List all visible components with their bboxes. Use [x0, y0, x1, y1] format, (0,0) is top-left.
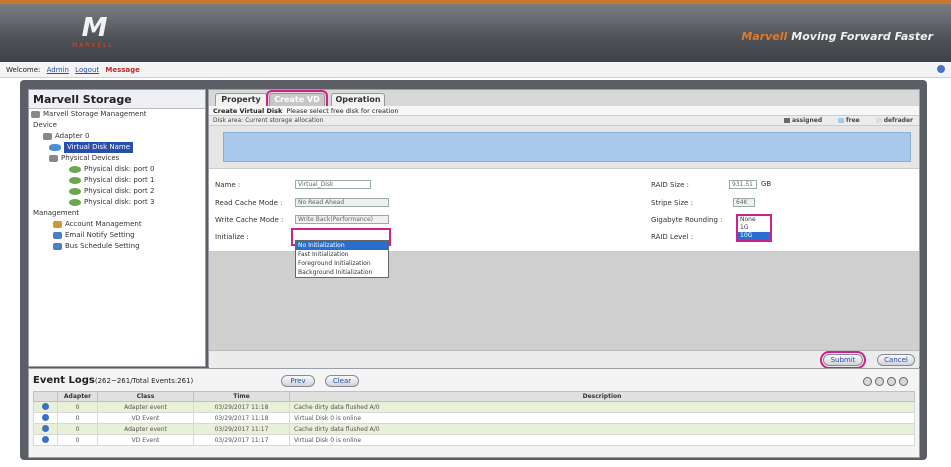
tree-physical-devices[interactable]: Physical Devices [29, 153, 205, 164]
disk-info-bar: Disk area: Current storage allocation as… [209, 116, 919, 126]
table-row[interactable]: 0 VD Event 03/29/2017 11:17 Virtual Disk 0… [33, 434, 915, 446]
tree-root[interactable]: Marvell Storage Management [29, 109, 205, 120]
table-row[interactable]: 0 Adapter event 03/29/2017 11:17 Cache dir… [33, 423, 915, 435]
root-icon [31, 111, 40, 118]
tree-physical-disk-1[interactable]: Physical disk: port 1 [29, 175, 205, 186]
virtual-disk-icon [49, 144, 61, 151]
raid-size-label: RAID Size : [651, 181, 690, 189]
info-icon [42, 424, 49, 432]
rounding-option[interactable]: 1G [738, 224, 770, 232]
name-label: Name : [215, 181, 241, 189]
rounding-option[interactable]: None [738, 216, 770, 224]
breadcrumb-hint: Please select free disk for creation [286, 107, 399, 115]
info-icon [42, 402, 49, 410]
event-range: (262~261/Total Events:261) [94, 377, 194, 385]
tree-management[interactable]: Management [29, 208, 205, 219]
slogan-brand: Marvell [741, 30, 788, 43]
tab-bar: Property Create VD Operation [209, 90, 919, 109]
table-row[interactable]: 0 Adapter event 03/29/2017 11:18 Cache dir… [33, 401, 915, 413]
gigabyte-rounding-label: Gigabyte Rounding : [651, 216, 723, 224]
panel-title: Marvell Storage [29, 90, 205, 109]
schedule-icon [53, 243, 62, 250]
col-adapter[interactable]: Adapter [57, 391, 98, 402]
message-link[interactable]: Message [105, 66, 140, 74]
col-description[interactable]: Description [289, 391, 915, 402]
adapter-icon [43, 133, 52, 140]
header-slogan: Marvell Moving Forward Faster [741, 30, 933, 43]
col-time[interactable]: Time [193, 391, 290, 402]
tree-account-management[interactable]: Account Management [29, 219, 205, 230]
event-logs-title: Event Logs(262~261/Total Events:261) [33, 375, 194, 386]
initialize-option[interactable]: Foreground Initialization [296, 259, 388, 268]
cancel-button[interactable]: Cancel [877, 354, 915, 366]
stripe-size-label: Stripe Size : [651, 199, 693, 207]
content-panel: Property Create VD Operation Create Virt… [208, 89, 920, 369]
email-icon [53, 232, 62, 239]
disk-icon [69, 177, 81, 184]
raid-size-input[interactable]: 931.51 [729, 180, 757, 189]
app-header: M MARVELL Marvell Moving Forward Faster [0, 4, 951, 62]
tree-virtual-disk[interactable]: Virtual Disk Name [29, 142, 205, 153]
gigabyte-rounding-list[interactable]: None 1G 10G [736, 214, 772, 242]
breadcrumb: Create Virtual Disk Please select free di… [209, 106, 919, 116]
tree-bus-schedule[interactable]: Bus Schedule Setting [29, 241, 205, 252]
disk-icon [69, 199, 81, 206]
stripe-size-select[interactable]: 64K [733, 198, 755, 207]
clear-button[interactable]: Clear [325, 375, 359, 387]
username-link[interactable]: Admin [47, 66, 69, 74]
tree-physical-disk-2[interactable]: Physical disk: port 2 [29, 186, 205, 197]
event-table: Adapter Class Time Description 0 Adapter … [33, 391, 915, 446]
folder-icon [49, 155, 58, 162]
col-class[interactable]: Class [97, 391, 194, 402]
event-logs-panel: Event Logs(262~261/Total Events:261) Pre… [28, 368, 920, 458]
tab-operation[interactable]: Operation [331, 93, 385, 106]
disk-icon [69, 188, 81, 195]
marvell-logo: M MARVELL [72, 13, 114, 49]
initialize-option[interactable]: No Initialization [296, 241, 388, 250]
tree-physical-disk-0[interactable]: Physical disk: port 0 [29, 164, 205, 175]
logout-link[interactable]: Logout [75, 66, 99, 74]
prev-page-icon[interactable] [875, 377, 884, 386]
account-icon [53, 221, 62, 228]
tree-email-notify[interactable]: Email Notify Setting [29, 230, 205, 241]
tree-device[interactable]: Device [29, 120, 205, 131]
breadcrumb-title: Create Virtual Disk [213, 107, 283, 115]
prev-button[interactable]: Prev [281, 375, 315, 387]
last-page-icon[interactable] [899, 377, 908, 386]
disk-icon [69, 166, 81, 173]
raid-size-unit: GB [761, 180, 772, 188]
tree-physical-disk-3[interactable]: Physical disk: port 3 [29, 197, 205, 208]
read-cache-label: Read Cache Mode : [215, 199, 283, 207]
read-cache-select[interactable]: No Read Ahead [295, 198, 389, 207]
navigation-tree-panel: Marvell Storage Marvell Storage Manageme… [28, 89, 206, 367]
disk-area-text: Disk area: Current storage allocation [213, 117, 324, 124]
slogan-text: Moving Forward Faster [791, 30, 933, 43]
welcome-label: Welcome: [6, 66, 41, 74]
submit-button[interactable]: Submit [820, 351, 866, 369]
rounding-option[interactable]: 10G [738, 232, 770, 240]
raid-level-label: RAID Level : [651, 233, 694, 241]
initialize-label: Initialize : [215, 233, 249, 241]
next-page-icon[interactable] [887, 377, 896, 386]
info-icon [42, 435, 49, 443]
write-cache-select[interactable]: Write Back(Performance) [295, 215, 389, 224]
form-actions: Submit Cancel [209, 350, 919, 369]
free-disk-bar[interactable] [223, 132, 911, 162]
table-header: Adapter Class Time Description [33, 391, 915, 402]
disk-legend: assigned free defrader [770, 116, 913, 126]
info-icon [42, 413, 49, 421]
help-icon[interactable] [937, 65, 945, 73]
name-input[interactable]: Virtual_Disk [295, 180, 371, 189]
initialize-dropdown[interactable]: No Initialization Fast Initialization Fo… [295, 240, 389, 278]
write-cache-label: Write Cache Mode : [215, 216, 284, 224]
initialize-option[interactable]: Background Initialization [296, 268, 388, 277]
first-page-icon[interactable] [863, 377, 872, 386]
user-bar: Welcome: Admin Logout Message [0, 62, 951, 78]
tab-property[interactable]: Property [215, 93, 267, 106]
initialize-option[interactable]: Fast Initialization [296, 250, 388, 259]
table-row[interactable]: 0 VD Event 03/29/2017 11:18 Virtual Disk 0… [33, 412, 915, 424]
tab-create-vd[interactable]: Create VD [266, 90, 328, 109]
tree-adapter[interactable]: Adapter 0 [29, 131, 205, 142]
